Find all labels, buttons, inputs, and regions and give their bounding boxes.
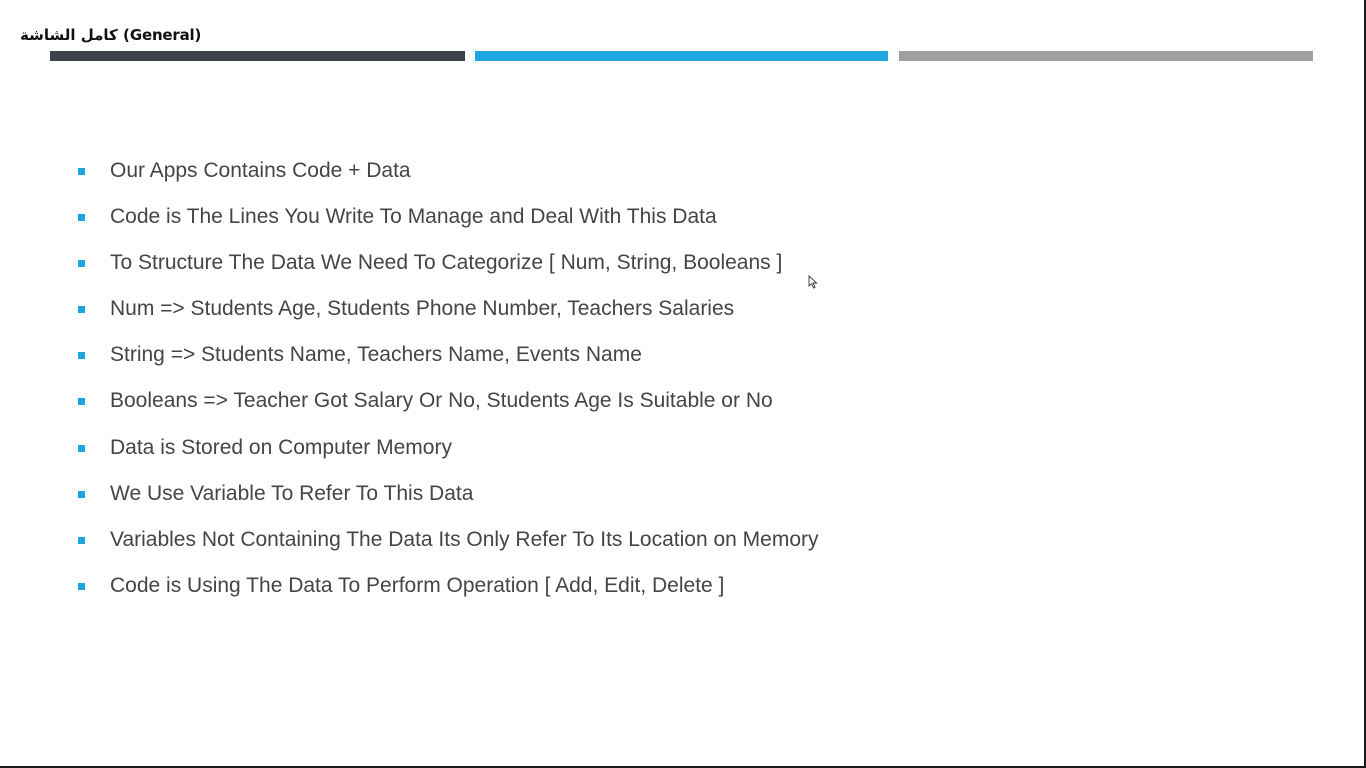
bullet-square-icon xyxy=(78,352,85,360)
bullet-item: Num => Students Age, Students Phone Numb… xyxy=(78,292,819,338)
bullet-text: To Structure The Data We Need To Categor… xyxy=(110,251,783,275)
bullet-text: We Use Variable To Refer To This Data xyxy=(110,481,474,505)
bullet-square-icon xyxy=(78,260,85,268)
bullet-item: Booleans => Teacher Got Salary Or No, St… xyxy=(78,384,819,430)
bullet-list: Our Apps Contains Code + Data Code is Th… xyxy=(78,154,819,615)
bullet-text: String => Students Name, Teachers Name, … xyxy=(110,343,642,367)
bullet-item: String => Students Name, Teachers Name, … xyxy=(78,338,819,384)
bullet-text: Code is Using The Data To Perform Operat… xyxy=(110,573,725,597)
bullet-text: Variables Not Containing The Data Its On… xyxy=(110,527,819,551)
bullet-item: Variables Not Containing The Data Its On… xyxy=(78,523,819,569)
bullet-square-icon xyxy=(78,444,85,452)
bullet-text: Data is Stored on Computer Memory xyxy=(110,435,452,459)
bullet-item: To Structure The Data We Need To Categor… xyxy=(78,246,819,292)
bullet-item: Code is The Lines You Write To Manage an… xyxy=(78,200,819,246)
window-title: كامل الشاشة (General) xyxy=(20,26,202,44)
bullet-square-icon xyxy=(78,214,85,222)
presentation-slide: كامل الشاشة (General) Our Apps Contains … xyxy=(0,0,1366,768)
bullet-item: Our Apps Contains Code + Data xyxy=(78,154,819,200)
bullet-text: Code is The Lines You Write To Manage an… xyxy=(110,205,717,229)
bullet-square-icon xyxy=(78,398,85,406)
bullet-square-icon xyxy=(78,582,85,590)
bullet-text: Booleans => Teacher Got Salary Or No, St… xyxy=(110,389,773,413)
bullet-square-icon xyxy=(78,536,85,544)
bullet-square-icon xyxy=(78,168,85,175)
bullet-item: We Use Variable To Refer To This Data xyxy=(78,477,819,523)
bullet-text: Our Apps Contains Code + Data xyxy=(110,159,411,182)
bullet-square-icon xyxy=(78,306,85,314)
header-bar-blue xyxy=(475,51,888,61)
bullet-text: Num => Students Age, Students Phone Numb… xyxy=(110,297,735,321)
bullet-square-icon xyxy=(78,490,85,498)
header-bar-dark xyxy=(50,51,465,61)
mouse-pointer-icon xyxy=(808,275,818,289)
header-bar-gray xyxy=(899,51,1313,61)
bullet-item: Code is Using The Data To Perform Operat… xyxy=(78,569,819,615)
bullet-item: Data is Stored on Computer Memory xyxy=(78,431,819,477)
